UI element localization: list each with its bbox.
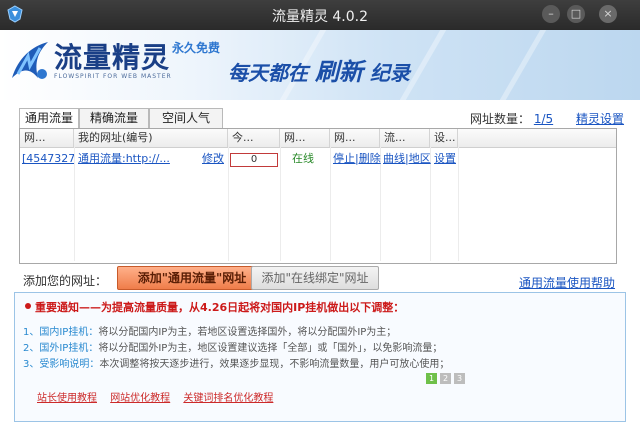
today-progress-bar: 0: [230, 153, 278, 167]
add-url-label: 添加您的网址：: [23, 274, 108, 288]
banner-stripe: [499, 30, 547, 100]
notice-line: 3、受影响说明：本次调整将按天逐步进行，效果逐步显现，不影响流量数量，用户可放心…: [23, 355, 449, 370]
notice-line-text: 本次调整将按天逐步进行，效果逐步显现，不影响流量数量，用户可放心使用；: [99, 359, 450, 370]
table-header: 网... 我的网址(编号) 今... 网... 网... 流... 设...: [20, 129, 616, 148]
add-online-url-button[interactable]: 添加"在线绑定"网址: [251, 266, 379, 290]
tab-general-traffic[interactable]: 通用流量: [19, 108, 79, 129]
tab-space-popularity[interactable]: 空间人气: [149, 108, 223, 128]
notice-line-text: 将以分配国内IP为主，若地区设置选择国外，将以分配国外IP为主；: [98, 327, 397, 338]
slogan-part3: 纪录: [369, 61, 410, 85]
url-count-value[interactable]: 1/5: [534, 112, 553, 126]
add-url-row: 添加您的网址： 添加"通用流量"网址 添加"在线绑定"网址 通用流量使用帮助: [19, 266, 619, 290]
title-bar: 流量精灵 4.0.2 – □ ×: [0, 0, 640, 30]
general-traffic-help-link[interactable]: 通用流量使用帮助: [519, 274, 615, 291]
row-url[interactable]: 通用流量:http://...: [74, 151, 194, 167]
col-settings[interactable]: 设...: [430, 129, 458, 147]
maximize-icon[interactable]: □: [567, 5, 585, 23]
row-settings[interactable]: 设置: [431, 151, 461, 167]
app-subtitle: FLOWSPIRIT FOR WEB MASTER: [54, 73, 172, 80]
tutorial-keyword-link[interactable]: 关键词排名优化教程: [183, 393, 273, 404]
app-name: 流量精灵: [54, 41, 171, 74]
row-curve-region[interactable]: 曲线|地区: [381, 151, 431, 167]
notice-page-button[interactable]: 1: [426, 373, 437, 384]
notice-line: 1、国内IP挂机：将以分配国内IP为主，若地区设置选择国外，将以分配国外IP为主…: [23, 323, 396, 338]
col-id[interactable]: 网...: [20, 129, 74, 147]
col-my-url[interactable]: 我的网址(编号): [74, 129, 228, 147]
row-stop-delete[interactable]: 停止|删除: [331, 151, 381, 167]
col-actions[interactable]: 网...: [330, 129, 380, 147]
notice-bullet-icon: [25, 303, 31, 309]
notice-line: 2、国外IP挂机：将以分配国外IP为主，地区设置建议选择「全部」或「国外」，以免…: [23, 339, 442, 354]
notice-line-label: 1、国内IP挂机：: [23, 327, 99, 338]
url-table: 网... 我的网址(编号) 今... 网... 网... 流... 设... […: [19, 128, 617, 264]
free-badge: 永久免费: [172, 41, 221, 55]
col-status[interactable]: 网...: [280, 129, 330, 147]
settings-link[interactable]: 精灵设置: [576, 110, 624, 127]
add-general-url-button[interactable]: 添加"通用流量"网址: [117, 266, 267, 290]
tutorial-webmaster-link[interactable]: 站长使用教程: [37, 393, 97, 404]
app-window: 流量精灵 4.0.2 – □ × 流量精灵 永久免费 FLOWSPIRIT FO…: [0, 0, 640, 434]
row-edit-link[interactable]: 修改: [198, 151, 230, 167]
notice-title: 重要通知——为提高流量质量，从4.26日起将对国内IP挂机做出以下调整：: [35, 301, 405, 314]
notice-line-label: 3、受影响说明：: [23, 359, 100, 370]
slogan: 每天都在 刷新 纪录: [228, 52, 410, 87]
notice-page-button[interactable]: 2: [440, 373, 451, 384]
close-icon[interactable]: ×: [599, 5, 617, 23]
slogan-part2: 刷新: [314, 58, 363, 86]
progress-text: 0: [250, 154, 258, 165]
col-today[interactable]: 今...: [228, 129, 280, 147]
col-traffic[interactable]: 流...: [380, 129, 430, 147]
tab-precise-traffic[interactable]: 精确流量: [79, 108, 149, 128]
col-divider: [280, 147, 281, 261]
flowspirit-logo-icon: [12, 42, 48, 79]
notice-panel: 重要通知——为提高流量质量，从4.26日起将对国内IP挂机做出以下调整： 1、国…: [14, 292, 626, 422]
row-id[interactable]: [4547327]: [20, 151, 74, 167]
banner: 流量精灵 永久免费 FLOWSPIRIT FOR WEB MASTER 每天都在…: [0, 30, 640, 100]
tutorial-seo-link[interactable]: 网站优化教程: [110, 393, 170, 404]
row-status: 在线: [292, 152, 314, 165]
notice-links: 站长使用教程 网站优化教程 关键词排名优化教程: [37, 389, 283, 404]
url-count-label: 网址数量：: [470, 112, 531, 126]
slogan-part1: 每天都在: [228, 61, 308, 85]
notice-page-button[interactable]: 3: [454, 373, 465, 384]
notice-line-text: 将以分配国外IP为主，地区设置建议选择「全部」或「国外」，以免影响流量；: [98, 343, 443, 354]
url-count: 网址数量： 1/5: [470, 110, 553, 127]
minimize-icon[interactable]: –: [542, 5, 560, 23]
notice-line-label: 2、国外IP挂机：: [23, 343, 99, 354]
